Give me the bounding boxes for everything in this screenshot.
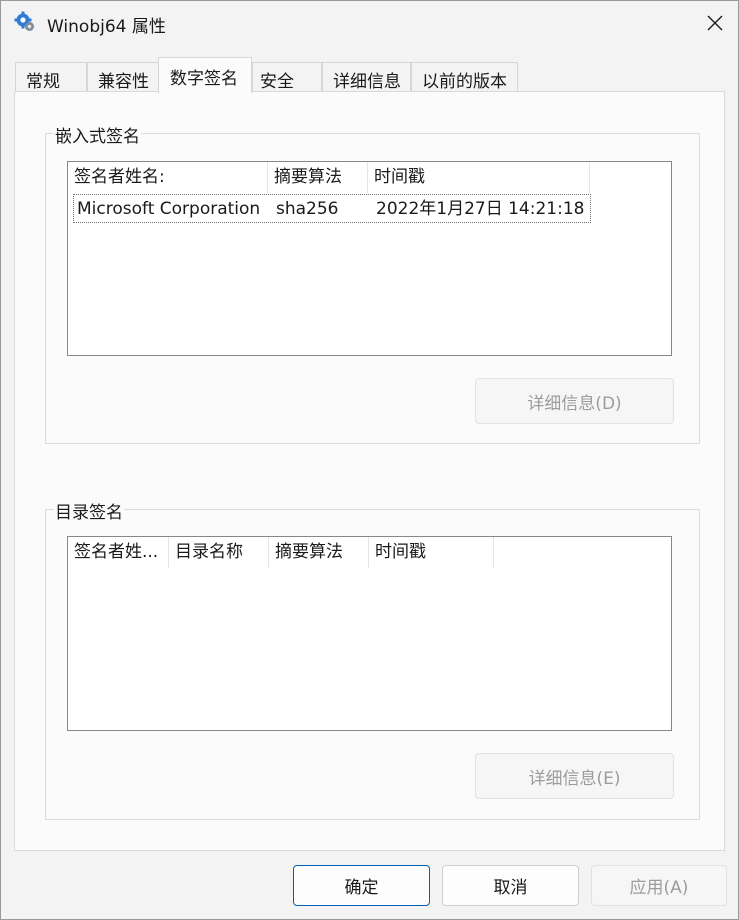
list-header: 签名者姓... 目录名称 摘要算法 时间戳 [68,537,671,568]
catalog-signatures-list[interactable]: 签名者姓... 目录名称 摘要算法 时间戳 [67,536,672,731]
window-title: Winobj64 属性 [47,17,166,37]
properties-dialog: Winobj64 属性 常规 兼容性 数字签名 安全 详细信息 以前的版本 嵌入… [0,0,739,920]
ok-button[interactable]: 确定 [293,865,430,906]
catalog-details-button[interactable]: 详细信息(E) [475,753,674,799]
table-row[interactable]: Microsoft Corporation sha256 2022年1月27日 … [73,194,591,223]
catalog-group-title: 目录签名 [54,498,124,523]
cell-signer: Microsoft Corporation [77,199,261,219]
tab-compatibility[interactable]: 兼容性 [87,62,159,92]
column-header-timestamp[interactable]: 时间戳 [368,162,590,193]
cell-timestamp: 2022年1月27日 14:21:18 [376,199,585,219]
digital-signatures-panel: 嵌入式签名 签名者姓名: 摘要算法 时间戳 Microsoft Corporat… [14,91,725,851]
tab-digital-signatures[interactable]: 数字签名 [158,57,252,93]
app-gear-icon [14,11,36,33]
tab-general[interactable]: 常规 [15,62,87,92]
embedded-group-title: 嵌入式签名 [54,122,141,147]
embedded-signatures-list[interactable]: 签名者姓名: 摘要算法 时间戳 Microsoft Corporation sh… [67,161,672,356]
tab-details[interactable]: 详细信息 [322,62,411,92]
embedded-signatures-group: 嵌入式签名 签名者姓名: 摘要算法 时间戳 Microsoft Corporat… [45,122,700,444]
cancel-button[interactable]: 取消 [442,865,579,906]
column-header-signer[interactable]: 签名者姓名: [68,162,268,193]
title-bar: Winobj64 属性 [1,1,738,45]
catalog-signatures-group: 目录签名 签名者姓... 目录名称 摘要算法 时间戳 详细信息(E) [45,498,700,820]
apply-button[interactable]: 应用(A) [591,865,727,906]
column-header-digest[interactable]: 摘要算法 [268,162,368,193]
embedded-details-button[interactable]: 详细信息(D) [475,378,674,424]
tab-security[interactable]: 安全 [252,62,322,92]
close-button[interactable] [692,1,738,45]
column-header-digest[interactable]: 摘要算法 [269,537,369,568]
list-header: 签名者姓名: 摘要算法 时间戳 [68,162,671,193]
tab-previous-versions[interactable]: 以前的版本 [411,62,518,92]
column-header-signer[interactable]: 签名者姓... [68,537,169,568]
column-header-catalog-name[interactable]: 目录名称 [169,537,269,568]
close-icon [707,15,723,31]
cell-digest: sha256 [276,199,339,219]
column-header-timestamp[interactable]: 时间戳 [369,537,494,568]
